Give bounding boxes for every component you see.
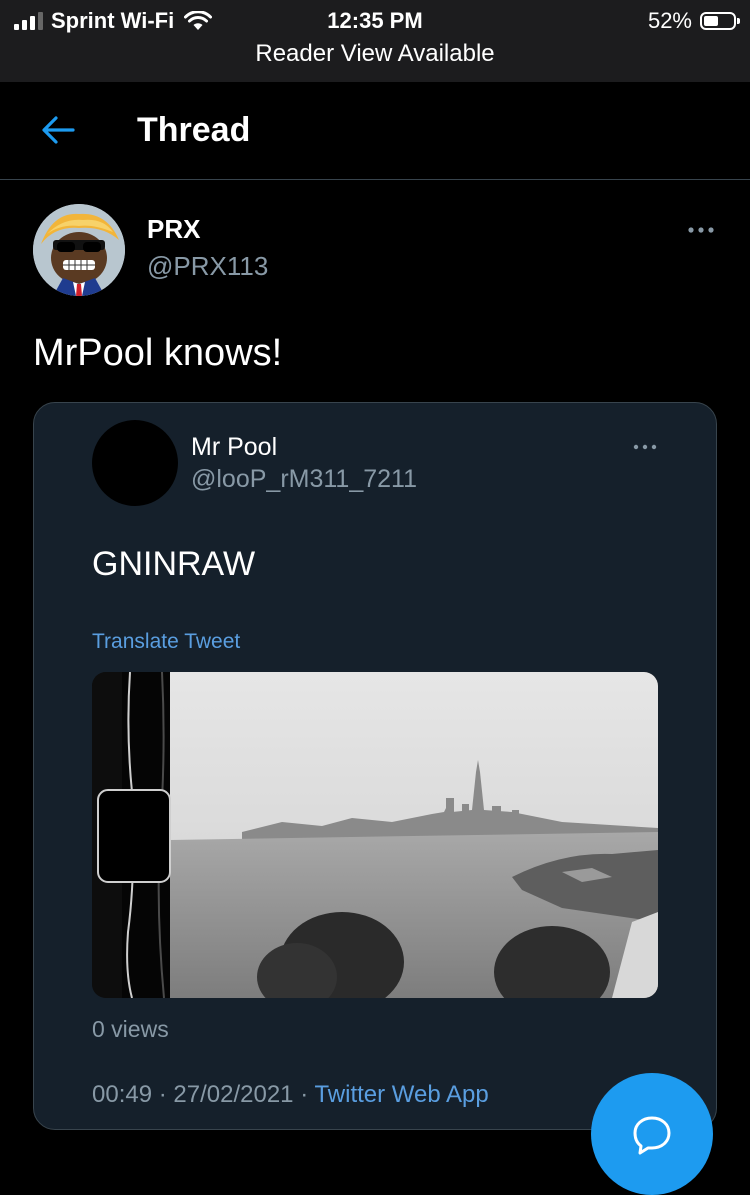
status-bar: Sprint Wi-Fi 12:35 PM 52% Reader View Av… — [0, 0, 750, 82]
reader-view-banner[interactable]: Reader View Available — [0, 38, 750, 70]
arrow-left-icon[interactable] — [40, 114, 76, 146]
reply-fab-button[interactable] — [591, 1073, 713, 1195]
battery-group: 52% — [647, 6, 740, 36]
page-title: Thread — [137, 111, 251, 149]
quoted-tweet-card[interactable]: Mr Pool @looP_rM311_7211 GNINRAW Transla… — [33, 402, 717, 1130]
tweet-time: 00:49 — [92, 1081, 153, 1108]
compose-reply-icon — [633, 1116, 671, 1155]
separator: · — [300, 1081, 309, 1108]
author-name[interactable]: PRX — [147, 213, 200, 245]
tweet-metadata: 00:49 · 27/02/2021 · Twitter Web App — [92, 1078, 489, 1112]
source-app-link[interactable]: Twitter Web App — [314, 1081, 488, 1108]
avatar[interactable] — [33, 204, 125, 296]
view-count: 0 views — [92, 1016, 169, 1042]
harbor-photo — [92, 672, 658, 998]
author-handle[interactable]: @PRX113 — [147, 250, 268, 282]
quoted-author-handle[interactable]: @looP_rM311_7211 — [191, 463, 417, 495]
quoted-more-horizontal-icon[interactable] — [630, 439, 660, 455]
tweet-text: MrPool knows! — [33, 332, 283, 374]
clock: 12:35 PM — [327, 8, 423, 33]
more-horizontal-icon[interactable] — [684, 220, 718, 240]
thread-header: Thread — [0, 82, 750, 180]
quoted-media-image[interactable] — [92, 672, 658, 998]
translate-tweet-link[interactable]: Translate Tweet — [92, 627, 240, 657]
quoted-tweet-text: GNINRAW — [92, 545, 256, 583]
quoted-avatar[interactable] — [92, 420, 178, 506]
battery-percent: 52% — [647, 8, 692, 33]
quoted-author-name[interactable]: Mr Pool — [191, 431, 277, 463]
tweet-date: 27/02/2021 — [173, 1081, 294, 1108]
avatar-image — [33, 204, 125, 296]
separator: · — [158, 1081, 167, 1108]
battery-icon — [700, 12, 740, 30]
